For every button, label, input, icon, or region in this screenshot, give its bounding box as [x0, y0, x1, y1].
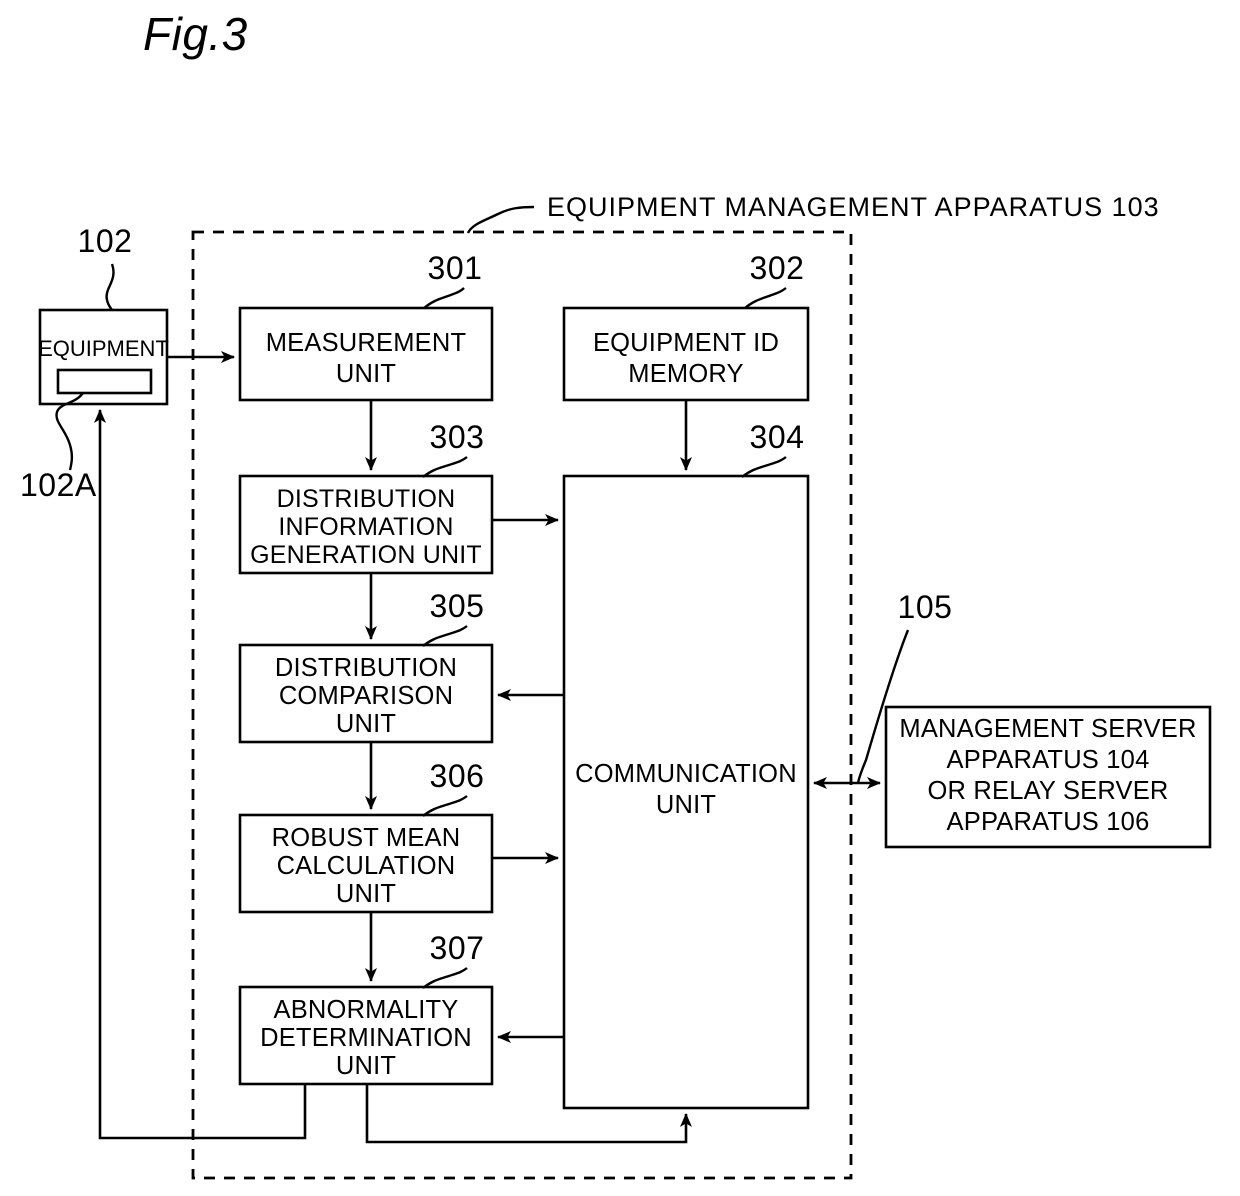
- dist-comparison-label-2: COMPARISON: [279, 682, 453, 710]
- measurement-unit-label: MEASUREMENT: [266, 329, 467, 357]
- ref-305-leader: [422, 625, 468, 647]
- communication-unit-label-1: COMMUNICATION: [575, 760, 797, 788]
- communication-unit-label-2: UNIT: [656, 791, 716, 819]
- ref-307: 307: [430, 930, 485, 966]
- ref-304: 304: [750, 419, 805, 455]
- dist-info-gen-label-3: GENERATION UNIT: [250, 541, 482, 569]
- robust-mean-label-3: UNIT: [336, 880, 396, 908]
- server-label-4: APPARATUS 106: [947, 808, 1150, 836]
- ref-302-leader: [744, 287, 787, 309]
- robust-mean-label-1: ROBUST MEAN: [272, 824, 461, 852]
- ref-307-leader: [422, 967, 468, 989]
- server-label-2: APPARATUS 104: [947, 746, 1150, 774]
- apparatus-label: EQUIPMENT MANAGEMENT APPARATUS 103: [547, 192, 1160, 222]
- equipment-inner-component[interactable]: [56, 368, 153, 395]
- ref-304-leader: [741, 456, 787, 478]
- ref-301-leader: [423, 287, 465, 309]
- equipment-id-memory-label: EQUIPMENT ID: [593, 329, 779, 357]
- dist-comparison-label-1: DISTRIBUTION: [275, 654, 457, 682]
- ref-303: 303: [430, 419, 485, 455]
- equipment-id-memory-label-2: MEMORY: [628, 360, 744, 388]
- dist-comparison-label-3: UNIT: [336, 710, 396, 738]
- equipment-box-label: EQUIPMENT: [38, 336, 169, 361]
- server-label-3: OR RELAY SERVER: [927, 777, 1168, 805]
- ref-102: 102: [78, 223, 133, 259]
- abnormality-label-1: ABNORMALITY: [274, 996, 459, 1024]
- ref-303-leader: [422, 456, 468, 478]
- block-diagram: Fig.3 EQUIPMENT MANAGEMENT APPARATUS 103…: [20, 8, 1212, 1180]
- ref-105: 105: [898, 589, 953, 625]
- figure-title: Fig.3: [143, 8, 248, 60]
- ref-306-leader: [422, 795, 468, 817]
- ref-102-leader: [105, 263, 115, 311]
- ref-306: 306: [430, 758, 485, 794]
- ref-305: 305: [430, 588, 485, 624]
- robust-mean-label-2: CALCULATION: [277, 852, 456, 880]
- ref-302: 302: [750, 250, 805, 286]
- server-label-1: MANAGEMENT SERVER: [899, 715, 1196, 743]
- dist-info-gen-label-2: INFORMATION: [278, 513, 453, 541]
- abnormality-label-3: UNIT: [336, 1052, 396, 1080]
- apparatus-label-leader: [466, 205, 535, 234]
- ref-301: 301: [428, 250, 483, 286]
- dist-info-gen-label-1: DISTRIBUTION: [277, 485, 456, 513]
- abnormality-label-2: DETERMINATION: [260, 1024, 472, 1052]
- measurement-unit-label-2: UNIT: [336, 360, 396, 388]
- figure-page: Fig.3 EQUIPMENT MANAGEMENT APPARATUS 103…: [0, 0, 1240, 1196]
- ref-102A: 102A: [20, 467, 97, 503]
